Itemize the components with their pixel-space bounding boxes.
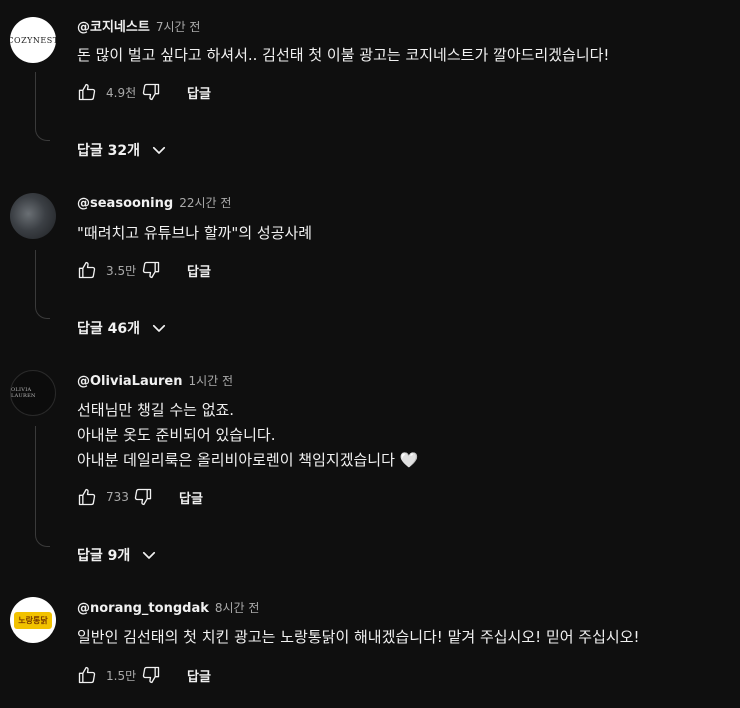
avatar[interactable]: [10, 193, 56, 239]
chevron-down-icon: [152, 324, 166, 332]
comment-author[interactable]: @OliviaLauren: [77, 374, 182, 389]
like-count: 3.5만: [106, 263, 137, 278]
reply-button[interactable]: 답글: [179, 488, 203, 507]
chevron-down-icon: [152, 146, 166, 154]
reply-button[interactable]: 답글: [187, 261, 211, 280]
replies-label: 답글 46개: [77, 321, 140, 337]
comment-line: 돈 많이 벌고 싶다고 하셔서.. 김선태 첫 이불 광고는 코지네스트가 깔아…: [77, 46, 610, 64]
comment-actions: 733 답글: [77, 485, 203, 509]
thumbs-up-icon[interactable]: [77, 487, 97, 507]
avatar-logo-text: OLIVIA LAUREN: [11, 387, 36, 399]
avatar[interactable]: COZYNEST: [10, 17, 56, 63]
avatar[interactable]: OLIVIA LAUREN: [10, 370, 56, 416]
comment-author[interactable]: @코지네스트: [77, 20, 150, 35]
comment-text: 돈 많이 벌고 싶다고 하셔서.. 김선태 첫 이불 광고는 코지네스트가 깔아…: [77, 43, 609, 68]
thread-line: [35, 250, 50, 319]
comment-header: @norang_tongdak 8시간 전: [77, 599, 259, 616]
view-replies-button[interactable]: 답글 46개: [77, 318, 168, 338]
comment-actions: 4.9천 답글: [77, 80, 211, 104]
thumbs-down-icon[interactable]: [141, 82, 161, 102]
comment-header: @OliviaLauren 1시간 전: [77, 372, 233, 389]
thread-line: [35, 426, 50, 547]
comment-line: "때려치고 유튜브나 할까"의 성공사례: [77, 224, 313, 242]
comment-time[interactable]: 22시간 전: [179, 196, 231, 210]
thread-line: [35, 72, 50, 141]
comment-time[interactable]: 8시간 전: [215, 601, 260, 615]
avatar-logo-text: 노랑통닭: [14, 611, 52, 629]
comment-line: 선태님만 챙길 수는 없죠.: [77, 401, 235, 419]
comment-line: 아내분 옷도 준비되어 있습니다.: [77, 426, 276, 444]
comment-header: @seasooning 22시간 전: [77, 194, 231, 211]
like-count: 4.9천: [106, 85, 137, 100]
comment-line: 아내분 데일리룩은 올리비아로렌이 책임지겠습니다 🤍: [77, 451, 419, 469]
reply-button[interactable]: 답글: [187, 666, 211, 685]
view-replies-button[interactable]: 답글 9개: [77, 545, 158, 565]
comment-time[interactable]: 1시간 전: [188, 374, 233, 388]
like-count: 733: [106, 490, 129, 504]
avatar-logo-text: COZYNEST: [10, 35, 56, 45]
thumbs-up-icon[interactable]: [77, 260, 97, 280]
chevron-down-icon: [143, 551, 156, 559]
comment-text: "때려치고 유튜브나 할까"의 성공사례: [77, 221, 312, 246]
comment-author[interactable]: @seasooning: [77, 196, 173, 211]
replies-label: 답글 32개: [77, 143, 140, 159]
comment-time[interactable]: 7시간 전: [156, 20, 201, 34]
thumbs-up-icon[interactable]: [77, 82, 97, 102]
comment-author[interactable]: @norang_tongdak: [77, 601, 209, 616]
reply-button[interactable]: 답글: [187, 83, 211, 102]
thumbs-down-icon[interactable]: [133, 487, 153, 507]
comment-text: 선태님만 챙길 수는 없죠. 아내분 옷도 준비되어 있습니다. 아내분 데일리…: [77, 398, 418, 473]
replies-label: 답글 9개: [77, 548, 131, 564]
comment-actions: 3.5만 답글: [77, 258, 211, 282]
like-count: 1.5만: [106, 668, 137, 683]
thumbs-down-icon[interactable]: [141, 665, 161, 685]
thumbs-up-icon[interactable]: [77, 665, 97, 685]
avatar[interactable]: 노랑통닭: [10, 597, 56, 643]
view-replies-button[interactable]: 답글 32개: [77, 140, 168, 160]
thumbs-down-icon[interactable]: [141, 260, 161, 280]
comment-header: @코지네스트 7시간 전: [77, 16, 200, 35]
comment-text: 일반인 김선태의 첫 치킨 광고는 노랑통닭이 해내겠습니다! 맡겨 주십시오!…: [77, 625, 640, 650]
comment-actions: 1.5만 답글: [77, 663, 211, 687]
comment-line: 일반인 김선태의 첫 치킨 광고는 노랑통닭이 해내겠습니다! 맡겨 주십시오!…: [77, 628, 640, 646]
